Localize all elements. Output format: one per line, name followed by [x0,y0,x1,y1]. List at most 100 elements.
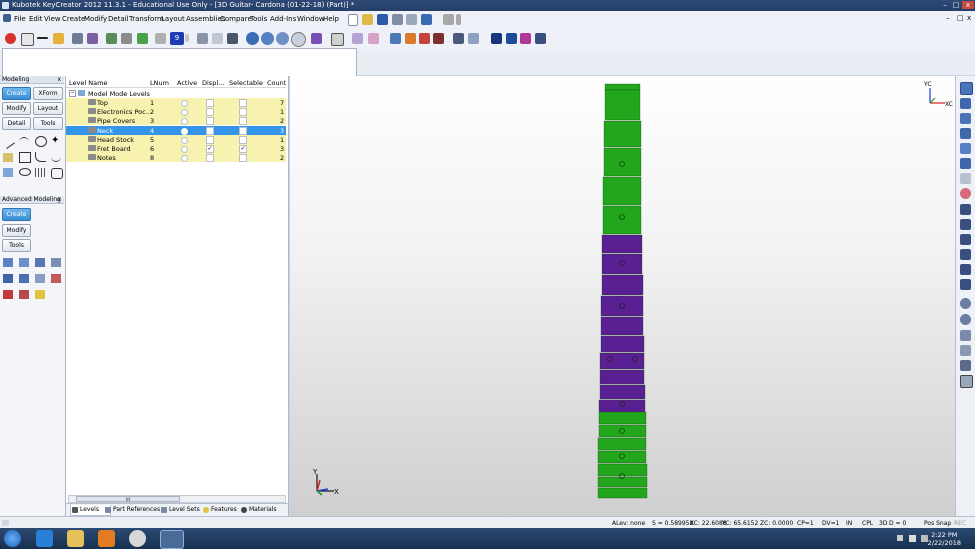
clock[interactable]: 2:22 PM 2/22/2018 [928,531,961,547]
pan-icon[interactable] [960,345,971,356]
active-radio[interactable] [181,109,188,117]
minimize-button[interactable]: – [940,1,950,9]
scrollbar-thumb[interactable]: III [76,496,180,502]
neck-segment[interactable] [599,369,645,385]
view-axis-x-icon[interactable] [960,204,971,215]
display-checkbox[interactable] [206,135,214,144]
hand-icon[interactable] [197,33,208,44]
solid-split-icon[interactable] [3,290,13,299]
rotate-icon[interactable] [227,33,238,44]
menu-addins[interactable]: Add-Ins [270,15,296,23]
menu-create[interactable]: Create [62,15,85,23]
print-icon[interactable] [392,14,403,25]
neck-segment[interactable] [600,335,645,353]
chamfer-icon[interactable] [468,33,479,44]
menu-file[interactable]: File [14,15,26,23]
neck-segment[interactable] [597,463,648,477]
status-pos-snap[interactable]: Pos Snap [924,520,951,527]
app-menu-icon[interactable] [3,14,11,22]
menu-detail[interactable]: Detail [108,15,129,23]
active-radio[interactable] [181,118,188,126]
tools-button[interactable]: Tools [33,117,63,130]
neck-segment[interactable] [597,450,647,464]
solid-prism-icon[interactable] [19,258,29,267]
display-checkbox[interactable] [206,117,214,126]
start-button[interactable] [4,530,21,547]
menu-compare[interactable]: Compare [220,15,252,23]
menu-transform[interactable]: Transform [129,15,164,23]
curve-tool-icon[interactable] [51,152,61,162]
axis-icon[interactable] [311,33,322,44]
menu-layout[interactable]: Layout [161,15,185,23]
3d-viewport[interactable]: Y X YC XC [290,76,955,516]
redraw-icon[interactable] [960,360,971,371]
view-right-icon[interactable] [960,143,971,154]
menu-help[interactable]: Help [323,15,339,23]
view-rotate-x-icon[interactable] [960,249,971,260]
line-icon[interactable] [37,37,48,39]
tray-arrow-icon[interactable] [897,535,903,541]
delete-icon[interactable] [456,14,461,25]
neck-segment[interactable] [604,89,641,121]
select-icon[interactable] [5,33,16,44]
wireframe-icon[interactable] [261,32,274,45]
redo-icon[interactable] [443,14,454,25]
header-lnum[interactable]: LNum [150,79,169,87]
neck-segment[interactable] [599,384,646,400]
solid-sew-icon[interactable] [35,290,45,299]
header-level-name[interactable]: Level Name [69,79,107,87]
xform-button[interactable]: XForm [33,87,63,100]
mdi-close-button[interactable]: x [967,14,971,22]
active-radio[interactable] [181,146,188,153]
solid-extrude-icon[interactable] [3,274,13,283]
export-icon[interactable] [535,33,546,44]
selectable-checkbox[interactable] [239,99,247,107]
arc-tool-icon[interactable] [19,137,29,147]
neck-segment[interactable] [600,316,644,336]
shield-icon[interactable] [491,33,502,44]
selectable-checkbox[interactable] [239,117,247,126]
guitar-neck-model[interactable]: Y X YC XC [290,76,955,516]
level-row[interactable]: Top 1 7 [66,98,286,107]
blend-icon[interactable] [453,33,464,44]
shade-icon[interactable] [246,32,259,45]
menu-tools[interactable]: Tools [250,15,267,23]
solid-icon[interactable] [87,33,98,44]
neck-segment[interactable] [603,147,642,177]
display-checkbox[interactable] [206,108,214,117]
active-radio[interactable] [181,127,188,135]
tree-root[interactable]: − Model Mode Levels [66,89,286,98]
solid-cone-icon[interactable] [51,258,61,267]
level-row[interactable]: Notes 8 2 [66,153,286,163]
line-tool-icon[interactable] [1,135,15,149]
mdi-minimize-button[interactable]: – [946,14,950,22]
view-back-icon[interactable] [960,98,971,109]
solid-revolve-icon[interactable] [19,274,29,283]
layer-icon[interactable] [106,33,117,44]
clip-icon[interactable] [368,33,379,44]
collapse-icon[interactable]: − [69,90,76,97]
pen-icon[interactable] [155,33,166,44]
advanced-tools-button[interactable]: Tools [2,239,31,252]
tab-materials[interactable]: Materials [240,505,289,515]
analyze-icon[interactable] [506,33,517,44]
print-preview-icon[interactable] [406,14,417,25]
level-number-box[interactable]: 9 [170,32,184,45]
view-rotate-z-icon[interactable] [960,279,971,290]
triangle-icon[interactable] [21,33,34,46]
menu-view[interactable]: View [44,15,61,23]
view-icon[interactable] [121,33,132,44]
neck-segment[interactable] [604,83,641,91]
hidden-line-icon[interactable] [276,32,289,45]
level-row[interactable]: Pipe Covers 3 2 [66,116,286,126]
prompt-area[interactable] [2,48,357,77]
neck-segment[interactable] [601,234,643,254]
restore-button[interactable]: □ [951,1,961,9]
neck-segment[interactable] [597,487,648,499]
header-count[interactable]: Count [267,79,286,87]
advanced-close-button[interactable]: x [57,196,61,204]
chevron-down-icon[interactable] [185,34,189,42]
view-top-icon[interactable] [960,113,971,124]
level-row[interactable]: Neck 4 3 [66,125,286,135]
create-button[interactable]: Create [2,87,31,100]
